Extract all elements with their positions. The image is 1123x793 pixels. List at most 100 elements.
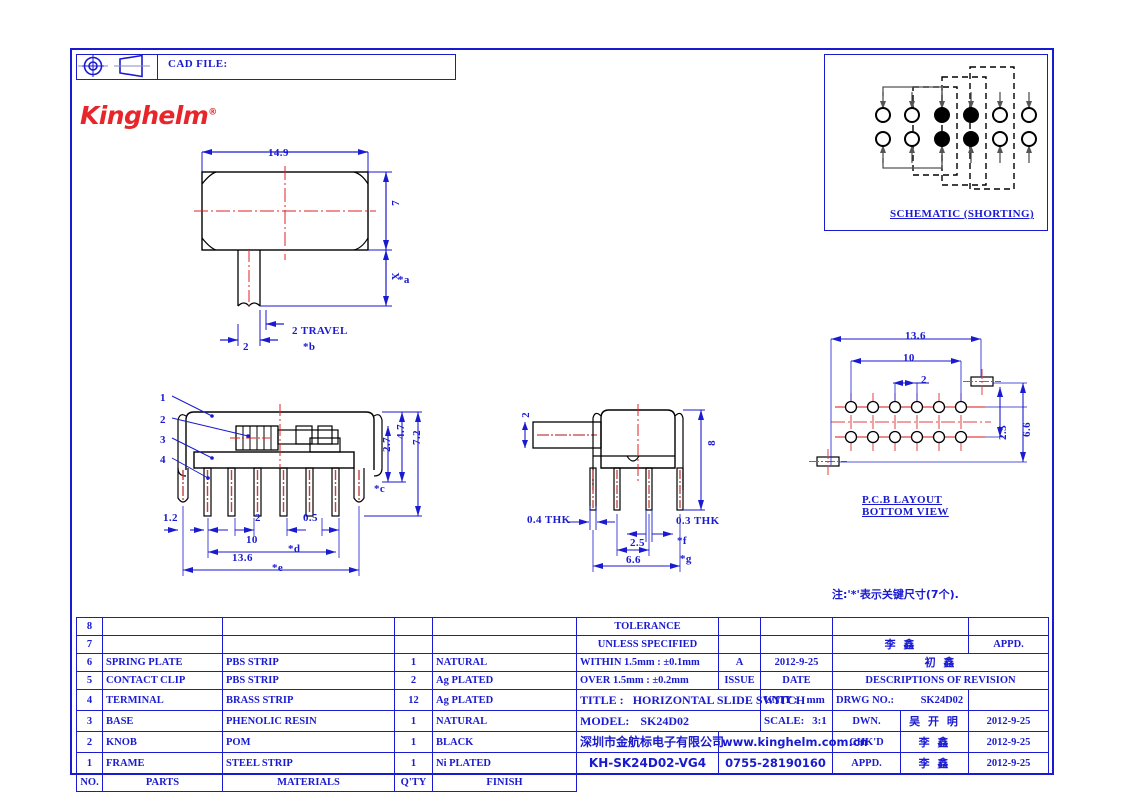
top-view-lever-width-dim: 2 — [243, 341, 249, 353]
part-material: POM — [222, 731, 395, 753]
part-material: PBS STRIP — [222, 653, 395, 672]
front-view-star-d: *d — [288, 543, 301, 555]
side-view-thk-left: 0.4 THK — [527, 514, 571, 526]
part-finish: NATURAL — [432, 653, 577, 672]
part-material: PBS STRIP — [222, 671, 395, 690]
empty-cell-f — [760, 635, 833, 654]
empty-cell-a — [718, 617, 761, 636]
header-parts: PARTS — [102, 773, 223, 792]
table-row: 3 BASE PHENOLIC RESIN 1 NATURAL MODEL: S… — [76, 710, 1049, 732]
scale-label: SCALE: — [764, 714, 805, 727]
front-view-dim-27: 2.7 — [381, 437, 393, 452]
top-view-star-b: *b — [303, 341, 316, 353]
part-qty — [394, 617, 433, 636]
company-website[interactable]: www.kinghelm.com.cn — [718, 731, 868, 753]
unit-label: UNIT : — [764, 693, 798, 706]
title-block-table: 8 TOLERANCE 7 UNLESS SPECIFIED 李 鑫 APPD.… — [76, 617, 1049, 792]
dwn-label: DWN. — [832, 710, 901, 732]
part-name: CONTACT CLIP — [102, 671, 223, 690]
part-finish — [432, 635, 577, 654]
table-row: 6 SPRING PLATE PBS STRIP 1 NATURAL WITHI… — [76, 653, 1049, 672]
part-no: 7 — [76, 635, 103, 654]
part-qty: 12 — [394, 689, 433, 711]
front-view-dim-10: 10 — [246, 534, 258, 546]
header-qty: Q'TY — [394, 773, 433, 792]
pcb-caption-line2: BOTTOM VIEW — [862, 506, 949, 518]
part-finish: Ag PLATED — [432, 689, 577, 711]
side-view-star-f: *f — [677, 535, 687, 547]
revision-signature: 初 鑫 — [832, 653, 1049, 672]
part-qty — [394, 635, 433, 654]
part-name: TERMINAL — [102, 689, 223, 711]
part-qty: 1 — [394, 731, 433, 753]
table-row: 4 TERMINAL BRASS STRIP 12 Ag PLATED TITL… — [76, 689, 1049, 711]
schematic-box — [824, 54, 1048, 231]
part-no: 5 — [76, 671, 103, 690]
empty-cell-c — [832, 617, 969, 636]
front-view-dim-12: 1.2 — [163, 512, 178, 524]
side-view-star-g: *g — [680, 553, 692, 565]
pcb-dim-pitch: 2 — [921, 374, 927, 386]
appd-top-signature: 李 鑫 — [832, 635, 969, 654]
part-name: SPRING PLATE — [102, 653, 223, 672]
issue-value: A — [718, 653, 761, 672]
model-cell: MODEL: SK24D02 — [576, 710, 761, 732]
part-no: 2 — [76, 731, 103, 753]
dwn-date: 2012-9-25 — [968, 710, 1049, 732]
pcb-dim-outer: 13.6 — [905, 330, 926, 342]
revision-label: DESCRIPTIONS OF REVISION — [832, 671, 1049, 690]
part-finish — [432, 617, 577, 636]
appd-signature: 李 鑫 — [900, 752, 969, 774]
drwg-label: DRWG NO.: — [836, 694, 894, 706]
company-name-cn: 深圳市金航标电子有限公司 — [576, 731, 724, 753]
chkd-signature: 李 鑫 — [900, 731, 969, 753]
dwn-signature: 吴 开 明 — [900, 710, 969, 732]
front-view-callout-2: 2 — [160, 414, 166, 426]
title-label: TITLE : — [580, 693, 624, 707]
model-label: MODEL: — [580, 714, 630, 728]
table-row: 1 FRAME STEEL STRIP 1 Ni PLATED KH-SK24D… — [76, 752, 1049, 774]
part-no: 1 — [76, 752, 103, 774]
appd-label: APPD. — [832, 752, 901, 774]
pcb-dim-row: 2.5 — [997, 425, 1009, 440]
part-name: FRAME — [102, 752, 223, 774]
pcb-caption-line1: P.C.B LAYOUT — [862, 494, 943, 506]
header-no: NO. — [76, 773, 103, 792]
tolerance-title-1: TOLERANCE — [576, 617, 719, 636]
front-view-dim-pitch: 2 — [255, 512, 261, 524]
part-no: 6 — [76, 653, 103, 672]
part-name: BASE — [102, 710, 223, 732]
table-row: 8 TOLERANCE — [76, 617, 1049, 636]
front-view-star-c: *c — [374, 483, 386, 495]
header-finish: FINISH — [432, 773, 577, 792]
top-view-travel-dim: 2 TRAVEL — [292, 325, 348, 337]
model-value: SK24D02 — [640, 714, 690, 728]
appd-date: 2012-9-25 — [968, 752, 1049, 774]
issue-label: ISSUE — [718, 671, 761, 690]
side-view-dim-25: 2.5 — [630, 537, 645, 549]
tolerance-within: WITHIN 1.5mm : ±0.1mm — [576, 653, 719, 672]
part-name — [102, 635, 223, 654]
table-row: 5 CONTACT CLIP PBS STRIP 2 Ag PLATED OVE… — [76, 671, 1049, 690]
part-name: KNOB — [102, 731, 223, 753]
title-block: 8 TOLERANCE 7 UNLESS SPECIFIED 李 鑫 APPD.… — [76, 617, 1049, 792]
header-spacer — [577, 774, 1049, 792]
top-view-star-a: *a — [398, 274, 410, 286]
side-view-dim-66: 6.6 — [626, 554, 641, 566]
front-view-dim-136: 13.6 — [232, 552, 253, 564]
empty-cell-e — [718, 635, 761, 654]
part-finish: NATURAL — [432, 710, 577, 732]
pcb-layout-drawing — [795, 325, 1055, 505]
unit-cell: UNIT : mm — [760, 689, 833, 711]
scale-cell: SCALE: 3:1 — [760, 710, 833, 732]
front-view-dim-72: 7.2 — [411, 430, 423, 445]
part-qty: 2 — [394, 671, 433, 690]
part-no: 3 — [76, 710, 103, 732]
pcb-dim-height: 6.6 — [1021, 422, 1033, 437]
header-materials: MATERIALS — [222, 773, 395, 792]
table-row: 7 UNLESS SPECIFIED 李 鑫 APPD. — [76, 635, 1049, 654]
company-logo: Kinghelm® — [80, 101, 217, 130]
side-view-drawing — [515, 390, 755, 580]
top-view-width-dim: 14.9 — [268, 147, 289, 159]
front-view-dim-47: 4.7 — [395, 424, 407, 439]
